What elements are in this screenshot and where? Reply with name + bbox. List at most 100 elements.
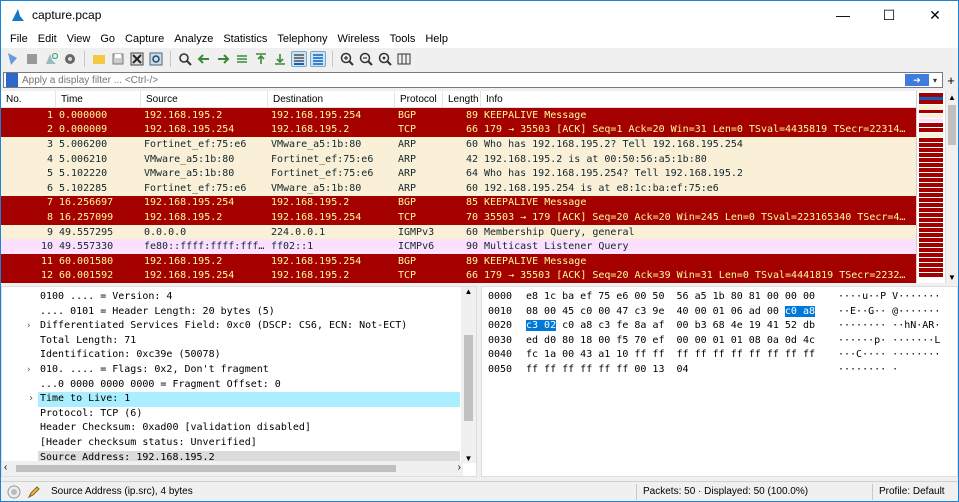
go-back-icon[interactable]: [196, 51, 212, 67]
scroll-up-arrow-icon[interactable]: ▲: [946, 91, 958, 103]
detail-tree-item[interactable]: › 010. .... = Flags: 0x2, Don't fragment: [2, 363, 476, 378]
detail-tree-item[interactable]: Identification: 0xc39e (50078): [2, 348, 476, 363]
detail-tree-item[interactable]: [Header checksum status: Unverified]: [2, 436, 476, 451]
packet-row[interactable]: 8 16.257099 192.168.195.2 192.168.195.254 TC…: [1, 210, 945, 225]
maximize-button[interactable]: ☐: [866, 1, 912, 29]
save-file-icon[interactable]: [110, 51, 126, 67]
menu-statistics[interactable]: Statistics: [218, 33, 272, 45]
packet-row[interactable]: 4 5.006210 VMware_a5:1b:80 Fortinet_ef:75:e…: [1, 151, 945, 167]
column-header-info[interactable]: Info: [481, 91, 945, 108]
column-header-destination[interactable]: Destination: [268, 91, 395, 108]
edit-comment-icon[interactable]: [27, 485, 41, 499]
scroll-thumb[interactable]: [464, 335, 473, 421]
menu-edit[interactable]: Edit: [33, 33, 62, 45]
hex-ascii[interactable]: ········ ·: [832, 363, 898, 378]
detail-tree-item[interactable]: › Differentiated Services Field: 0xc0 (DS…: [2, 319, 476, 334]
find-packet-icon[interactable]: [177, 51, 193, 67]
hex-ascii[interactable]: ····u··P V·······: [832, 290, 940, 305]
add-filter-button[interactable]: +: [944, 71, 958, 89]
details-hscrollbar[interactable]: ‹ ›: [2, 461, 463, 476]
packet-row[interactable]: 12 60.001592 192.168.195.254 192.168.195.2 T…: [1, 268, 945, 283]
go-last-icon[interactable]: [272, 51, 288, 67]
detail-tree-item[interactable]: Total Length: 71: [2, 334, 476, 349]
filter-history-dropdown[interactable]: ▾: [930, 74, 940, 86]
hex-bytes[interactable]: fc 1a 00 43 a1 10 ff ff ff ff ff ff ff f…: [526, 348, 832, 363]
stop-capture-icon[interactable]: [24, 51, 40, 67]
menu-telephony[interactable]: Telephony: [272, 33, 332, 45]
packet-row[interactable]: 6 5.102285 Fortinet_ef:75:e6 VMware_a5:1b:8…: [1, 180, 945, 196]
resize-columns-icon[interactable]: [396, 51, 412, 67]
packet-row[interactable]: 1 0.000000 192.168.195.2 192.168.195.254 BGP…: [1, 108, 945, 123]
detail-tree-item[interactable]: › Time to Live: 1: [28, 392, 460, 407]
zoom-reset-icon[interactable]: [377, 51, 393, 67]
hex-bytes[interactable]: ed d0 80 18 00 f5 70 ef 00 00 01 01 08 0…: [526, 334, 832, 349]
close-file-icon[interactable]: [129, 51, 145, 67]
hex-bytes[interactable]: c3 02 c0 a8 c3 fe 8a af 00 b3 68 4e 19 4…: [526, 319, 832, 334]
zoom-in-icon[interactable]: [339, 51, 355, 67]
packet-minimap[interactable]: [916, 91, 945, 283]
expert-info-icon[interactable]: [7, 485, 21, 499]
menu-view[interactable]: View: [62, 33, 96, 45]
menu-wireless[interactable]: Wireless: [333, 33, 385, 45]
autoscroll-icon[interactable]: [291, 51, 307, 67]
hex-bytes[interactable]: e8 1c ba ef 75 e6 00 50 56 a5 1b 80 81 0…: [526, 290, 832, 305]
column-header-protocol[interactable]: Protocol: [395, 91, 443, 108]
go-first-icon[interactable]: [253, 51, 269, 67]
expand-arrow-icon[interactable]: ›: [28, 392, 34, 407]
hex-ascii[interactable]: ······p· ·······L: [832, 334, 940, 349]
open-file-icon[interactable]: [91, 51, 107, 67]
scroll-left-arrow-icon[interactable]: ‹: [4, 462, 7, 473]
scroll-up-arrow-icon[interactable]: ▲: [461, 287, 476, 299]
packet-row[interactable]: 10 49.557330 fe80::ffff:ffff:fff… ff02::1 IC…: [1, 239, 945, 254]
packet-row[interactable]: 11 60.001580 192.168.195.2 192.168.195.254 B…: [1, 253, 945, 269]
expand-arrow-icon[interactable]: ›: [26, 319, 40, 334]
menu-help[interactable]: Help: [420, 33, 453, 45]
packet-row[interactable]: 2 0.000009 192.168.195.254 192.168.195.2 TCP…: [1, 122, 945, 138]
menu-go[interactable]: Go: [95, 33, 120, 45]
hex-ascii[interactable]: ··E··G·· @·······: [832, 305, 940, 320]
hex-ascii[interactable]: ········ ··hN·AR·: [832, 319, 940, 334]
filter-bookmark-icon[interactable]: [6, 73, 18, 87]
menu-capture[interactable]: Capture: [120, 33, 169, 45]
zoom-out-icon[interactable]: [358, 51, 374, 67]
menu-file[interactable]: File: [5, 33, 33, 45]
apply-filter-button[interactable]: ➔: [905, 74, 929, 86]
scroll-thumb[interactable]: [948, 105, 956, 145]
column-header-source[interactable]: Source: [141, 91, 268, 108]
status-profile[interactable]: Profile: Default: [873, 486, 945, 497]
column-header-length[interactable]: Length: [443, 91, 481, 108]
display-filter-input[interactable]: [22, 73, 905, 87]
scroll-down-arrow-icon[interactable]: ▼: [946, 271, 958, 283]
expand-arrow-icon[interactable]: ›: [26, 363, 40, 378]
column-header-time[interactable]: Time: [56, 91, 141, 108]
details-scrollbar[interactable]: ▲ ▼: [461, 287, 476, 463]
scroll-right-arrow-icon[interactable]: ›: [458, 462, 461, 473]
packet-row[interactable]: 3 5.006200 Fortinet_ef:75:e6 VMware_a5:1b:8…: [1, 137, 945, 152]
minimize-button[interactable]: —: [820, 1, 866, 29]
start-capture-icon[interactable]: [5, 51, 21, 67]
close-button[interactable]: ✕: [912, 1, 958, 29]
colorize-icon[interactable]: [310, 51, 326, 67]
detail-tree-item[interactable]: 0100 .... = Version: 4: [2, 290, 476, 305]
packet-row[interactable]: 9 49.557295 0.0.0.0 224.0.0.1 IGMPv3 60 Member…: [1, 224, 945, 240]
go-to-packet-icon[interactable]: [234, 51, 250, 67]
menu-tools[interactable]: Tools: [385, 33, 421, 45]
scroll-down-arrow-icon[interactable]: ▼: [461, 454, 476, 463]
detail-tree-item[interactable]: .... 0101 = Header Length: 20 bytes (5): [2, 305, 476, 320]
menu-analyze[interactable]: Analyze: [169, 33, 218, 45]
hex-bytes[interactable]: ff ff ff ff ff ff 00 13 04: [526, 363, 832, 378]
detail-tree-item[interactable]: ...0 0000 0000 0000 = Fragment Offset: 0: [2, 378, 476, 393]
packet-row[interactable]: 5 5.102220 VMware_a5:1b:80 Fortinet_ef:75:e…: [1, 166, 945, 181]
detail-tree-item[interactable]: Protocol: TCP (6): [2, 407, 476, 422]
capture-options-icon[interactable]: [62, 51, 78, 67]
detail-tree-item[interactable]: Header Checksum: 0xad00 [validation disa…: [2, 421, 476, 436]
restart-capture-icon[interactable]: [43, 51, 59, 67]
column-header-no[interactable]: No.: [1, 91, 56, 108]
go-forward-icon[interactable]: [215, 51, 231, 67]
packet-list-scrollbar[interactable]: ▲ ▼: [945, 91, 958, 283]
scroll-thumb[interactable]: [16, 465, 396, 472]
hex-ascii[interactable]: ···C···· ········: [832, 348, 940, 363]
hex-bytes[interactable]: 08 00 45 c0 00 47 c3 9e 40 00 01 06 ad 0…: [526, 305, 832, 320]
packet-row[interactable]: 7 16.256697 192.168.195.254 192.168.195.2 BG…: [1, 195, 945, 211]
reload-file-icon[interactable]: [148, 51, 164, 67]
